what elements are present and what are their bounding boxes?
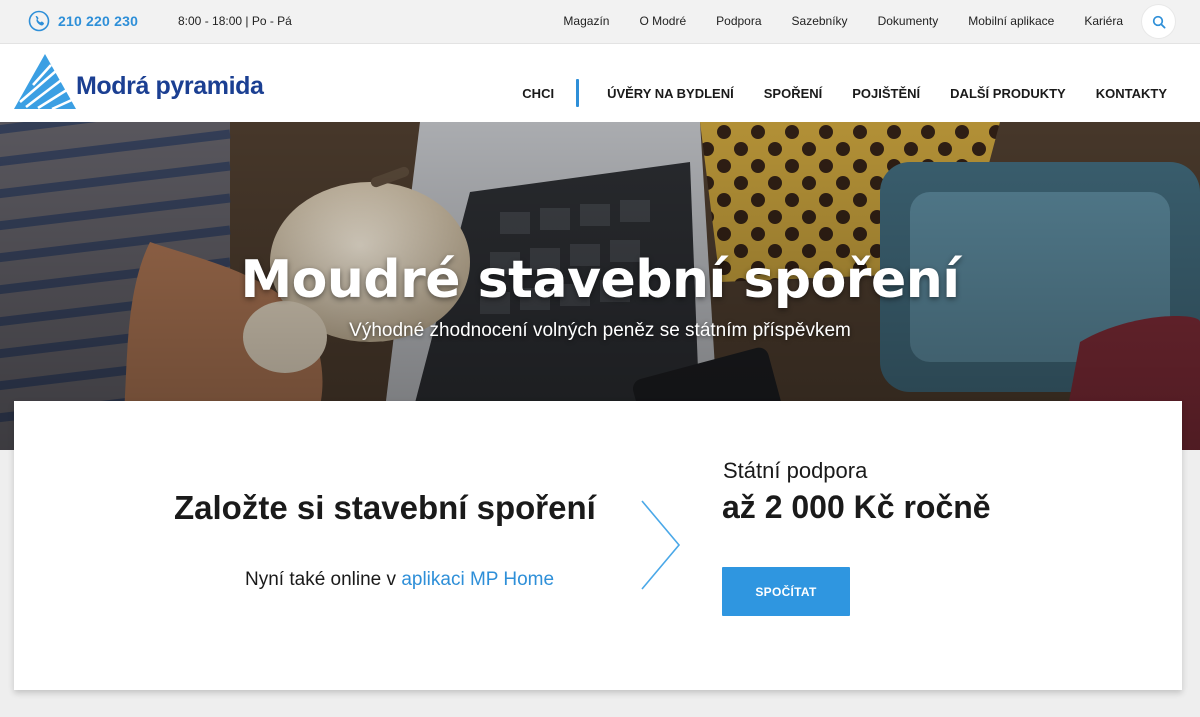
util-link-dokumenty[interactable]: Dokumenty bbox=[878, 14, 939, 28]
phone-number[interactable]: 210 220 230 bbox=[58, 13, 138, 29]
calculate-button[interactable]: SPOČÍTAT bbox=[722, 567, 850, 616]
phone-icon bbox=[28, 10, 50, 32]
state-support-label: Státní podpora bbox=[723, 458, 868, 483]
util-link-magazin[interactable]: Magazín bbox=[563, 14, 609, 28]
pyramid-logo-icon bbox=[14, 54, 76, 111]
search-button[interactable] bbox=[1142, 5, 1175, 38]
logo[interactable] bbox=[12, 52, 78, 112]
online-note-text: Nyní také online v bbox=[245, 569, 402, 590]
nav-kontakty[interactable]: KONTAKTY bbox=[1096, 86, 1167, 101]
util-link-o-modre[interactable]: O Modré bbox=[639, 14, 686, 28]
card-heading: Založte si stavební spoření bbox=[174, 489, 596, 526]
util-link-mobilni-aplikace[interactable]: Mobilní aplikace bbox=[968, 14, 1054, 28]
utility-nav: Magazín O Modré Podpora Sazebníky Dokume… bbox=[533, 14, 1123, 28]
phone-contact[interactable]: 210 220 230 bbox=[28, 10, 138, 32]
search-icon bbox=[1152, 15, 1166, 29]
main-nav: CHCI ÚVĚRY NA BYDLENÍ SPOŘENÍ POJIŠTĚNÍ … bbox=[522, 79, 1167, 107]
util-link-sazebniky[interactable]: Sazebníky bbox=[792, 14, 848, 28]
util-link-kariera[interactable]: Kariéra bbox=[1084, 14, 1123, 28]
logo-text[interactable]: Modrá pyramida bbox=[76, 72, 264, 101]
nav-divider bbox=[576, 79, 580, 107]
nav-pojisteni[interactable]: POJIŠTĚNÍ bbox=[852, 86, 920, 101]
online-note: Nyní také online v aplikaci MP Home bbox=[245, 569, 554, 591]
nav-uvery-na-bydleni[interactable]: ÚVĚRY NA BYDLENÍ bbox=[607, 86, 734, 101]
promo-card: Založte si stavební spoření Nyní také on… bbox=[14, 401, 1182, 690]
state-support-amount: až 2 000 Kč ročně bbox=[722, 489, 991, 525]
util-link-podpora[interactable]: Podpora bbox=[716, 14, 761, 28]
mp-home-app-link[interactable]: aplikaci MP Home bbox=[401, 569, 554, 590]
opening-hours: 8:00 - 18:00 | Po - Pá bbox=[178, 14, 292, 28]
chevron-right-icon bbox=[641, 500, 681, 590]
hero-subtitle: Výhodné zhodnocení volných peněz se stát… bbox=[349, 320, 851, 341]
hero-title: Moudré stavební spoření bbox=[240, 250, 960, 310]
nav-dalsi-produkty[interactable]: DALŠÍ PRODUKTY bbox=[950, 86, 1066, 101]
nav-sporeni[interactable]: SPOŘENÍ bbox=[764, 86, 823, 101]
nav-chci[interactable]: CHCI bbox=[522, 86, 554, 101]
top-utility-bar: 210 220 230 8:00 - 18:00 | Po - Pá Magaz… bbox=[0, 0, 1200, 44]
main-header: Modrá pyramida CHCI ÚVĚRY NA BYDLENÍ SPO… bbox=[0, 44, 1200, 122]
